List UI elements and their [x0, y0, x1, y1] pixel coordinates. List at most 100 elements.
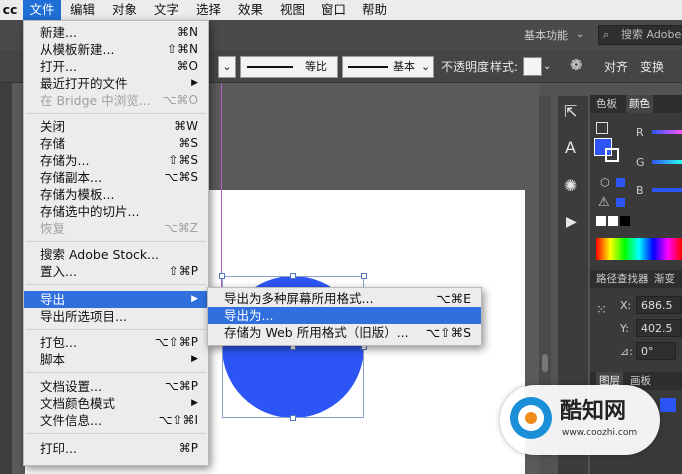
- y-label: Y:: [620, 322, 629, 335]
- menu-window[interactable]: 窗口: [321, 0, 346, 20]
- variable-width-profile[interactable]: 等比: [240, 56, 338, 78]
- menu-separator: [26, 329, 206, 330]
- tab-pathfinder[interactable]: 路径查找器: [596, 270, 649, 288]
- menu-item-browse-in-bridge: 在 Bridge 中浏览... ⌥⌘O: [40, 93, 198, 108]
- red-slider[interactable]: [652, 130, 682, 134]
- layer-thumbnail[interactable]: [660, 398, 676, 412]
- menu-item-open-recent[interactable]: 最近打开的文件 ▶: [24, 75, 208, 92]
- watermark-logo: [510, 397, 552, 439]
- appearance-icon[interactable]: ✺: [564, 178, 577, 194]
- rotate-angle-field[interactable]: 0°: [636, 342, 676, 360]
- menu-item-place[interactable]: 置入... ⇧⌘P: [24, 263, 208, 280]
- transform-button[interactable]: 变换: [640, 59, 664, 75]
- menu-select[interactable]: 选择: [196, 0, 221, 20]
- app-menu[interactable]: cc: [0, 0, 20, 20]
- menu-help[interactable]: 帮助: [362, 0, 387, 20]
- menu-object[interactable]: 对象: [112, 0, 137, 20]
- menu-item-search-adobe-stock[interactable]: 搜索 Adobe Stock...: [24, 246, 208, 263]
- x-position-field[interactable]: 686.5 px: [636, 296, 682, 330]
- menu-item-package[interactable]: 打包... ⌥⇧⌘P: [24, 334, 208, 351]
- menu-item-save-copy[interactable]: 存储副本... ⌥⌘S: [24, 169, 208, 186]
- menu-item-export[interactable]: 导出 ▶: [24, 291, 208, 308]
- menu-item-document-setup[interactable]: 文档设置... ⌥⌘P: [24, 378, 208, 395]
- menu-item-export-selection[interactable]: 导出所选项目...: [24, 308, 208, 325]
- resize-handle-tr[interactable]: [361, 273, 367, 279]
- left-ruler: [0, 83, 12, 474]
- tab-color[interactable]: 颜色: [626, 95, 653, 113]
- menu-item-save[interactable]: 存储 ⌘S: [24, 135, 208, 152]
- default-colors-icon[interactable]: [596, 122, 608, 134]
- menu-item-print[interactable]: 打印... ⌘P: [24, 440, 208, 457]
- watermark-url: www.coozhi.com: [562, 428, 638, 438]
- watermark: 酷知网 www.coozhi.com: [500, 385, 660, 455]
- profile-label: 等比: [305, 60, 327, 73]
- menu-item-revert: 恢复 ⌥⌘Z: [40, 221, 198, 236]
- resize-handle-tc[interactable]: [290, 273, 296, 279]
- menu-separator: [26, 372, 206, 373]
- color-spectrum-bar[interactable]: [596, 238, 682, 260]
- blue-label: B: [636, 184, 644, 197]
- search-placeholder: 搜索 Adobe: [621, 28, 682, 41]
- menu-separator: [26, 433, 206, 434]
- search-icon: ⌕: [603, 28, 610, 41]
- opacity-link[interactable]: 不透明度: [441, 59, 489, 75]
- watermark-logo-dot: [525, 412, 537, 424]
- menu-separator: [26, 284, 206, 285]
- pathfinder-panel-tabs: 路径查找器 渐变: [590, 270, 682, 288]
- web-color-swatch: [616, 198, 625, 207]
- none-color-swatch[interactable]: [596, 216, 606, 226]
- black-color-swatch[interactable]: [620, 216, 630, 226]
- gamut-color-swatch: [616, 178, 625, 187]
- out-of-gamut-icon[interactable]: ⬡: [600, 176, 610, 190]
- submenu-item-export-as[interactable]: 导出为...: [208, 307, 481, 324]
- resize-handle-tl[interactable]: [219, 273, 225, 279]
- export-asset-icon[interactable]: ⇱: [564, 104, 577, 120]
- resize-handle-bc[interactable]: [290, 415, 296, 421]
- menu-item-new[interactable]: 新建... ⌘N: [24, 24, 208, 41]
- stroke-color-swatch[interactable]: [605, 148, 619, 162]
- watermark-brand: 酷知网: [560, 399, 627, 424]
- reference-point-icon[interactable]: ⁙: [596, 304, 607, 318]
- brush-chevron-icon: ⌄: [421, 60, 431, 73]
- menu-item-document-color-mode[interactable]: 文档颜色模式 ▶: [24, 395, 208, 412]
- align-button[interactable]: 对齐: [604, 59, 628, 75]
- brush-definition[interactable]: 基本 ⌄: [342, 56, 434, 78]
- menu-file[interactable]: 文件: [23, 0, 61, 20]
- menu-separator: [26, 241, 206, 242]
- menu-item-save-selected-slices[interactable]: 存储选中的切片...: [24, 203, 208, 220]
- workspace-switcher[interactable]: 基本功能: [524, 29, 568, 43]
- character-panel-icon[interactable]: A: [565, 140, 576, 156]
- tab-gradient[interactable]: 渐变: [654, 270, 675, 288]
- blue-slider[interactable]: [652, 188, 682, 192]
- submenu-item-save-for-web[interactable]: 存储为 Web 所用格式（旧版）... ⌥⇧⌘S: [208, 324, 481, 341]
- scrollbar-thumb[interactable]: [542, 354, 548, 372]
- workspace-chevron-icon[interactable]: ⌄: [576, 28, 584, 42]
- actions-play-icon[interactable]: ▶: [566, 214, 577, 230]
- menu-item-save-as-template[interactable]: 存储为模板...: [24, 186, 208, 203]
- submenu-item-export-for-screens[interactable]: 导出为多种屏幕所用格式... ⌥⌘E: [208, 290, 481, 307]
- style-chevron-icon[interactable]: ⌄: [543, 59, 551, 75]
- y-position-field[interactable]: 402.5 px: [636, 319, 682, 353]
- guide-line: [221, 83, 222, 288]
- menu-item-scripts[interactable]: 脚本 ▶: [24, 351, 208, 368]
- menu-type[interactable]: 文字: [154, 0, 179, 20]
- recolor-icon[interactable]: ❁: [570, 57, 583, 73]
- green-label: G: [636, 156, 645, 169]
- search-field[interactable]: ⌕ 搜索 Adobe: [598, 25, 682, 45]
- stroke-weight-dropdown[interactable]: ⌄: [218, 56, 236, 78]
- menu-edit[interactable]: 编辑: [70, 0, 95, 20]
- white-color-swatch[interactable]: [608, 216, 618, 226]
- style-swatch[interactable]: [523, 57, 542, 76]
- tab-swatches[interactable]: 色板: [596, 95, 617, 113]
- warning-icon[interactable]: ⚠: [598, 196, 610, 210]
- color-panel-tabs: 色板 颜色: [590, 95, 682, 113]
- menu-item-file-info[interactable]: 文件信息... ⌥⇧⌘I: [24, 412, 208, 429]
- menu-effect[interactable]: 效果: [238, 0, 263, 20]
- menu-item-open[interactable]: 打开... ⌘O: [24, 58, 208, 75]
- menu-view[interactable]: 视图: [280, 0, 305, 20]
- menu-item-save-as[interactable]: 存储为... ⇧⌘S: [24, 152, 208, 169]
- menu-item-close[interactable]: 关闭 ⌘W: [24, 118, 208, 135]
- green-slider[interactable]: [652, 160, 682, 164]
- menu-item-new-from-template[interactable]: 从模板新建... ⇧⌘N: [24, 41, 208, 58]
- export-submenu: 导出为多种屏幕所用格式... ⌥⌘E 导出为... 存储为 Web 所用格式（旧版…: [207, 287, 482, 346]
